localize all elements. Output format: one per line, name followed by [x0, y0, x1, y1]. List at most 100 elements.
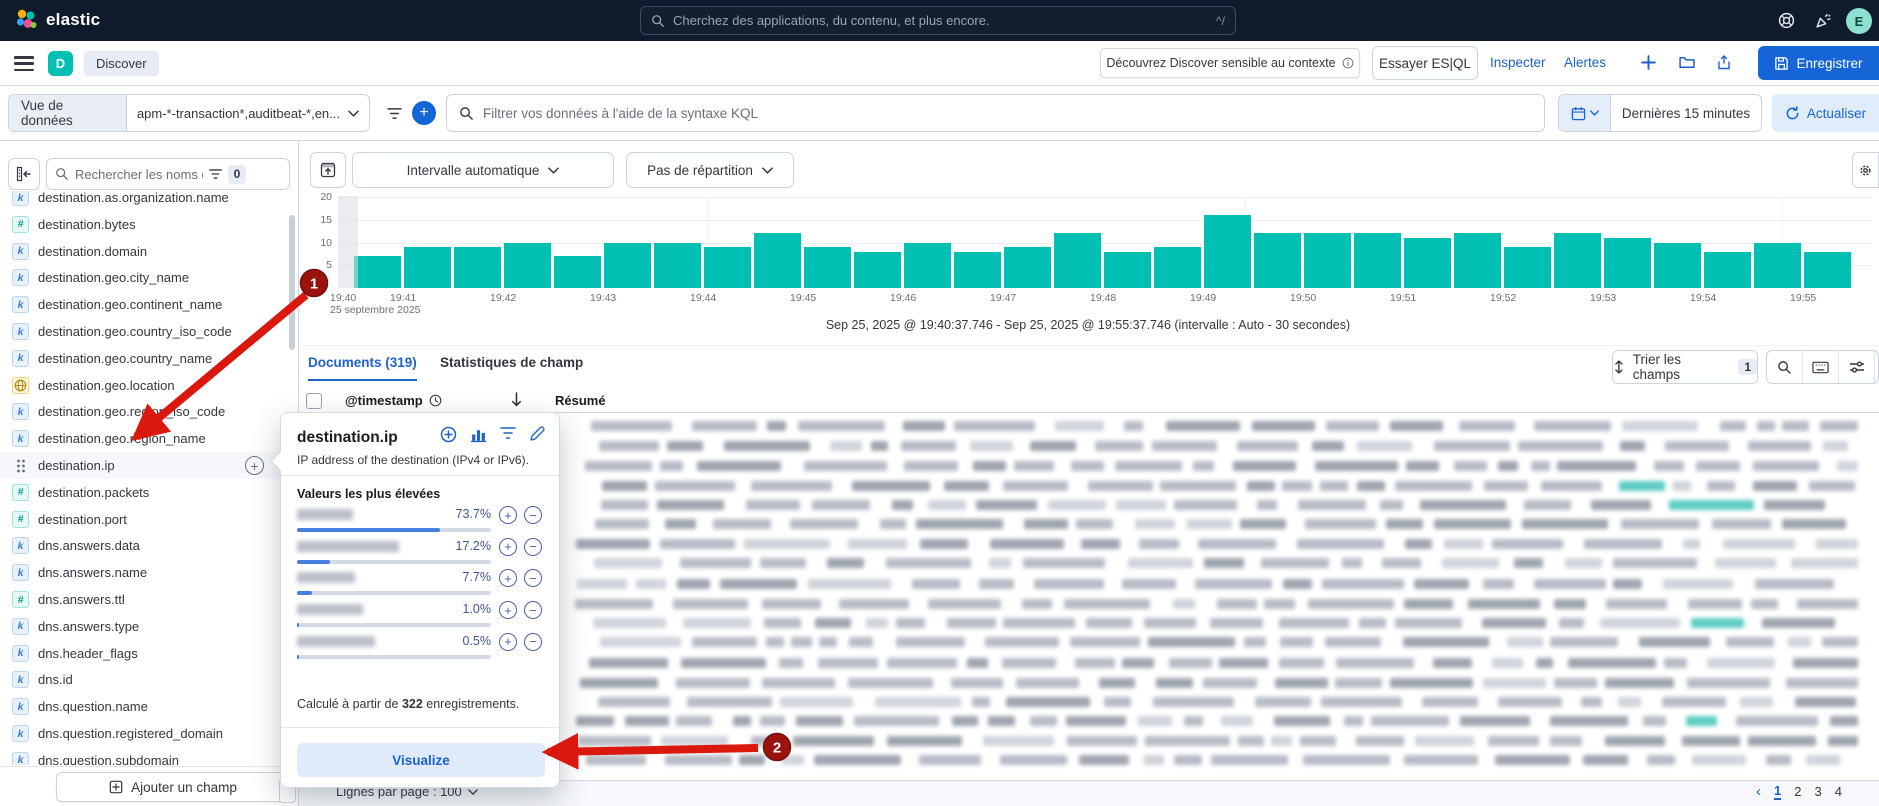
- redacted-text: [1591, 500, 1651, 510]
- redacted-text: [1613, 558, 1696, 568]
- redacted-text: [1148, 637, 1235, 647]
- top-value-redacted-label: [297, 572, 355, 583]
- redacted-text: [660, 461, 683, 471]
- page-4[interactable]: 4: [1835, 784, 1842, 799]
- top-value-percentage: 0.5%: [449, 634, 491, 648]
- redacted-text: [1156, 678, 1193, 688]
- redacted-text: [1484, 481, 1527, 491]
- redacted-text: [665, 519, 696, 529]
- redacted-text: [1115, 461, 1182, 471]
- filter-for-value-icon[interactable]: +: [499, 506, 517, 524]
- filter-out-value-icon[interactable]: −: [524, 506, 542, 524]
- redacted-text: [1514, 558, 1543, 568]
- redacted-text: [1495, 755, 1570, 765]
- redacted-text: [692, 637, 757, 647]
- redacted-text: [1390, 678, 1472, 688]
- redacted-text: [1583, 755, 1629, 765]
- redacted-text: [1252, 421, 1315, 431]
- redacted-text: [1075, 658, 1114, 668]
- filter-for-value-icon[interactable]: +: [499, 538, 517, 556]
- redacted-text: [1420, 500, 1506, 510]
- redacted-text: [798, 421, 886, 431]
- redacted-text: [1357, 481, 1386, 491]
- redacted-text: [896, 618, 925, 628]
- chevron-down-icon: [468, 789, 478, 795]
- redacted-text: [1022, 599, 1052, 609]
- redacted-text: [1135, 519, 1174, 529]
- filter-out-value-icon[interactable]: −: [524, 569, 542, 587]
- redacted-text: [585, 461, 652, 471]
- redacted-text: [1620, 441, 1645, 451]
- page-3[interactable]: 3: [1814, 784, 1821, 799]
- redacted-text: [657, 500, 723, 510]
- redacted-text: [1070, 637, 1140, 647]
- page-2[interactable]: 2: [1794, 784, 1801, 799]
- redacted-text: [967, 658, 988, 668]
- redacted-text: [1279, 618, 1348, 628]
- edit-field-icon[interactable]: [529, 426, 545, 442]
- redacted-text: [720, 579, 797, 589]
- redacted-text: [1665, 441, 1729, 451]
- redacted-text: [1534, 421, 1611, 431]
- redacted-text: [1099, 678, 1136, 688]
- redacted-text: [1797, 599, 1858, 609]
- redacted-text: [594, 558, 662, 568]
- redacted-text: [655, 481, 735, 491]
- redacted-text: [1198, 539, 1276, 549]
- redacted-text: [1786, 678, 1858, 688]
- redacted-text: [1174, 500, 1237, 510]
- redacted-text: [1782, 421, 1809, 431]
- redacted-text: [1619, 481, 1664, 491]
- redacted-text: [947, 618, 996, 628]
- redacted-text: [1557, 461, 1636, 471]
- redacted-text: [762, 599, 821, 609]
- redacted-text: [1237, 441, 1298, 451]
- redacted-text: [1356, 736, 1404, 746]
- redacted-text: [760, 558, 806, 568]
- redacted-text: [852, 481, 930, 491]
- visualize-button[interactable]: Visualize: [297, 743, 545, 777]
- top-value-redacted-label: [297, 636, 375, 647]
- redacted-text: [1522, 519, 1608, 529]
- redacted-text: [599, 441, 659, 451]
- popover-field-description: IP address of the destination (IPv4 or I…: [297, 453, 547, 467]
- redacted-text: [1488, 736, 1539, 746]
- filter-for-value-icon[interactable]: +: [499, 569, 517, 587]
- redacted-text: [586, 755, 646, 765]
- redacted-text: [1030, 716, 1058, 726]
- filter-for-value-icon[interactable]: +: [499, 633, 517, 651]
- filter-for-value-icon[interactable]: +: [499, 601, 517, 619]
- redacted-text: [854, 716, 940, 726]
- redacted-text: [1104, 697, 1132, 707]
- filter-out-value-icon[interactable]: −: [524, 538, 542, 556]
- popover-field-title: destination.ip: [297, 429, 398, 447]
- add-field-as-column-icon[interactable]: [440, 426, 457, 443]
- redacted-text: [1217, 599, 1256, 609]
- redacted-text: [1298, 500, 1367, 510]
- redacted-text: [1359, 618, 1386, 628]
- redacted-text: [1016, 678, 1078, 688]
- filter-out-value-icon[interactable]: −: [524, 633, 542, 651]
- redacted-text: [886, 558, 971, 568]
- redacted-text: [1823, 441, 1848, 451]
- filter-out-value-icon[interactable]: −: [524, 601, 542, 619]
- redacted-text: [1244, 637, 1266, 647]
- top-value-redacted-label: [297, 509, 353, 520]
- redacted-text: [1271, 736, 1292, 746]
- redacted-text: [1405, 539, 1433, 549]
- visualize-field-icon[interactable]: [470, 426, 487, 443]
- redacted-text: [1442, 558, 1499, 568]
- redacted-text: [1643, 716, 1665, 726]
- filter-field-icon[interactable]: [500, 426, 516, 440]
- redacted-text: [1541, 481, 1602, 491]
- redacted-text: [920, 539, 969, 549]
- redacted-text: [818, 658, 878, 668]
- redacted-text: [1622, 421, 1698, 431]
- redacted-text: [1755, 579, 1834, 589]
- redacted-text: [764, 618, 801, 628]
- previous-page-icon[interactable]: ‹: [1756, 783, 1761, 800]
- redacted-text: [1795, 697, 1856, 707]
- page-1[interactable]: 1: [1774, 783, 1781, 800]
- redacted-text: [1686, 716, 1717, 726]
- redacted-text: [1153, 697, 1235, 707]
